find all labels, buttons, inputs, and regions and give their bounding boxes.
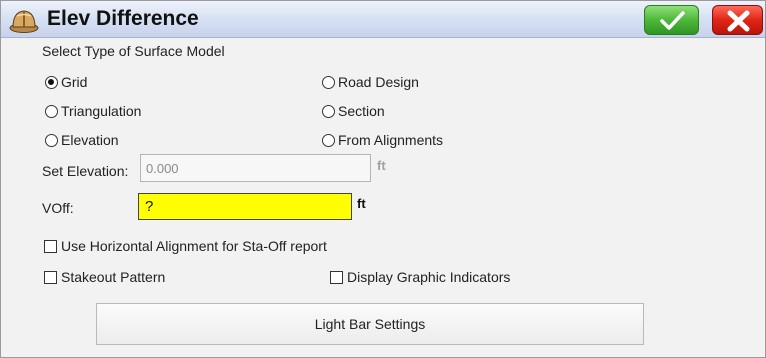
light-bar-settings-button[interactable]: Light Bar Settings	[96, 303, 644, 345]
radio-triangulation[interactable]: Triangulation	[45, 103, 141, 119]
radio-label: From Alignments	[338, 132, 444, 148]
radio-grid[interactable]: Grid	[45, 74, 87, 90]
set-elevation-label: Set Elevation:	[42, 163, 129, 179]
radio-button	[322, 75, 335, 89]
horizontal-alignment-checkbox[interactable]: Use Horizontal Alignment for Sta-Off rep…	[44, 238, 327, 254]
checkbox-label: Use Horizontal Alignment for Sta-Off rep…	[61, 238, 327, 254]
radio-road-design[interactable]: Road Design	[322, 74, 419, 90]
radio-from-alignments[interactable]: From Alignments	[322, 132, 443, 148]
hard-hat-icon	[9, 10, 39, 33]
set-elevation-input[interactable]	[140, 154, 371, 182]
cancel-button[interactable]	[712, 5, 763, 35]
checkbox-box	[44, 239, 57, 253]
x-icon	[727, 10, 750, 32]
elev-difference-dialog: Elev Difference Select Type of Surface M…	[0, 0, 766, 358]
radio-button	[322, 133, 335, 147]
radio-button	[45, 104, 58, 118]
checkbox-label: Display Graphic Indicators	[347, 269, 511, 285]
radio-button	[45, 75, 58, 89]
surface-model-heading: Select Type of Surface Model	[42, 43, 225, 59]
voff-unit: ft	[357, 196, 366, 211]
radio-button	[322, 104, 335, 118]
graphic-indicators-checkbox[interactable]: Display Graphic Indicators	[330, 269, 510, 285]
voff-label: VOff:	[42, 200, 74, 216]
radio-label: Section	[338, 103, 385, 119]
radio-section[interactable]: Section	[322, 103, 385, 119]
radio-button	[45, 133, 58, 147]
checkbox-box	[330, 270, 343, 284]
stakeout-pattern-checkbox[interactable]: Stakeout Pattern	[44, 269, 165, 285]
radio-label: Grid	[61, 74, 88, 90]
radio-label: Triangulation	[61, 103, 142, 119]
title-bar: Elev Difference	[1, 1, 765, 38]
checkmark-icon	[660, 11, 685, 30]
dialog-title: Elev Difference	[47, 7, 199, 30]
radio-elevation[interactable]: Elevation	[45, 132, 119, 148]
radio-label: Road Design	[338, 74, 419, 90]
voff-input[interactable]	[138, 193, 352, 220]
set-elevation-unit: ft	[377, 158, 386, 173]
checkbox-label: Stakeout Pattern	[61, 269, 166, 285]
ok-button[interactable]	[644, 5, 699, 35]
checkbox-box	[44, 270, 57, 284]
radio-label: Elevation	[61, 132, 119, 148]
